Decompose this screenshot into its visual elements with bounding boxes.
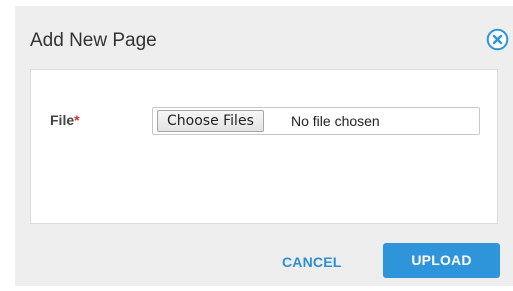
dialog-title: Add New Page bbox=[30, 30, 157, 51]
upload-button[interactable]: UPLOAD bbox=[383, 243, 500, 278]
required-asterisk: * bbox=[74, 112, 80, 128]
file-input[interactable]: Choose Files No file chosen bbox=[152, 107, 480, 135]
add-new-page-dialog: Add New Page File* Choose Files No file … bbox=[15, 6, 513, 286]
file-label: File* bbox=[50, 112, 80, 128]
cancel-button[interactable]: CANCEL bbox=[282, 254, 342, 270]
file-label-text: File bbox=[50, 112, 75, 128]
close-button[interactable] bbox=[486, 28, 509, 51]
close-circle-icon bbox=[486, 28, 509, 51]
file-status-text: No file chosen bbox=[291, 113, 380, 129]
choose-files-button[interactable]: Choose Files bbox=[157, 110, 264, 132]
dialog-body: File* Choose Files No file chosen bbox=[30, 69, 498, 224]
